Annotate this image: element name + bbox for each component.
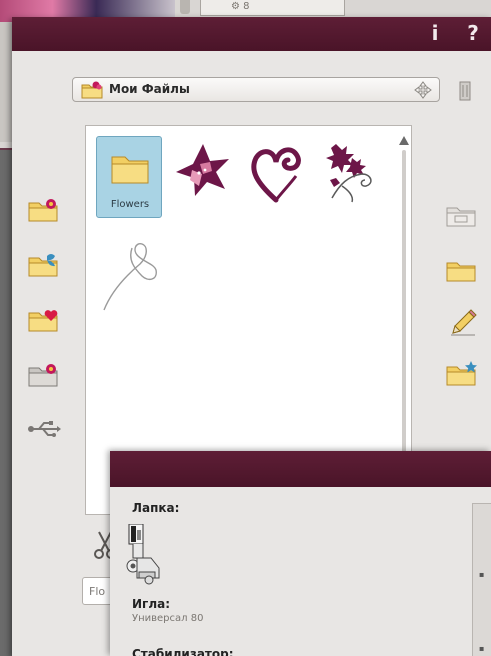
- folder-machine-icon[interactable]: [27, 362, 61, 392]
- panel-marker-icon: ▪: [479, 644, 485, 653]
- folder-icon: [110, 151, 150, 189]
- star-flower-design-icon: [172, 144, 234, 206]
- background-field-text: ⚙ 8: [231, 1, 250, 12]
- background-knob: [180, 0, 190, 14]
- my-files-folder-icon: [81, 81, 103, 103]
- info-button[interactable]: i: [425, 21, 445, 47]
- background-field: ⚙ 8: [200, 0, 345, 16]
- folder-item[interactable]: Flowers: [96, 136, 162, 218]
- presser-foot-label: Лапка:: [132, 501, 180, 515]
- leaf-spray-design-icon: [318, 144, 380, 210]
- needle-value: Универсал 80: [132, 613, 204, 624]
- location-dropdown[interactable]: Мои Файлы: [72, 77, 440, 102]
- folder-plain-icon[interactable]: [445, 257, 479, 287]
- design-item[interactable]: [246, 140, 312, 222]
- usb-icon[interactable]: [27, 419, 61, 443]
- popup-side-panel: ▪ ▪: [472, 503, 491, 656]
- heart-swirl-design-icon: [246, 147, 306, 210]
- panel-marker-icon: ▪: [479, 570, 485, 579]
- rename-pencil-icon[interactable]: [449, 309, 477, 341]
- folder-butterfly-icon[interactable]: [27, 252, 61, 282]
- design-item[interactable]: [98, 230, 164, 312]
- folder-heart-icon[interactable]: [27, 307, 61, 337]
- new-folder-star-icon[interactable]: [445, 361, 479, 391]
- presser-foot-icon: [123, 523, 163, 598]
- folder-open-empty-icon[interactable]: [445, 202, 479, 232]
- design-item[interactable]: [172, 140, 238, 222]
- design-item[interactable]: [318, 140, 384, 222]
- titlebar: i ?: [12, 17, 491, 51]
- delete-icon[interactable]: [459, 81, 471, 105]
- folder-up-icon[interactable]: [413, 81, 433, 103]
- popup-titlebar: [110, 451, 491, 487]
- scroll-up-arrow-icon[interactable]: [399, 136, 409, 145]
- help-button[interactable]: ?: [463, 21, 483, 47]
- heart-outline-design-icon: [98, 243, 160, 316]
- folder-flower-icon[interactable]: [27, 197, 61, 227]
- needle-label: Игла:: [132, 597, 170, 611]
- design-info-popup: Лапка: Игла: Универсал 80 Стабилизатор: …: [110, 451, 491, 656]
- folder-item-label: Flowers: [110, 199, 150, 210]
- current-folder-label: Мои Файлы: [109, 82, 190, 96]
- stabilizer-label: Стабилизатор:: [132, 647, 234, 656]
